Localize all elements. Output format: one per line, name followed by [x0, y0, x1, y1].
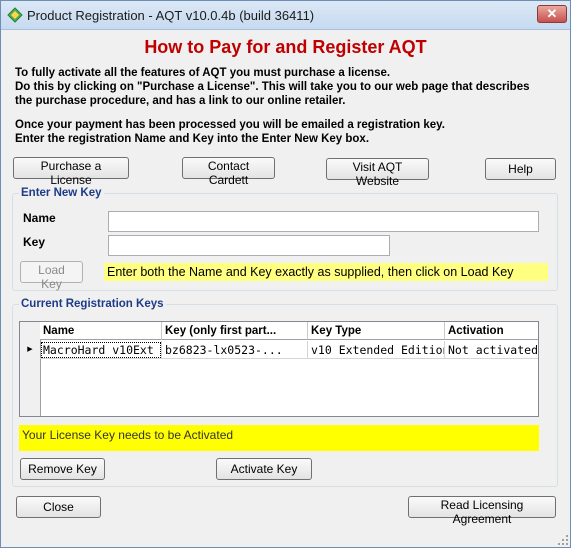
window-close-button[interactable]: ✕ [537, 5, 567, 23]
app-icon [7, 7, 23, 23]
intro-line-1: To fully activate all the features of AQ… [15, 67, 391, 79]
product-registration-window: Product Registration - AQT v10.0.4b (bui… [0, 0, 571, 548]
purchase-license-button[interactable]: Purchase a License [13, 157, 129, 187]
contact-cardett-button[interactable]: Contact Cardett [182, 157, 275, 187]
column-header-activation[interactable]: Activation [445, 322, 538, 340]
column-header-key[interactable]: Key (only first part... [162, 322, 308, 340]
cell-key-type[interactable]: v10 Extended Edition [308, 341, 445, 359]
key-label: Key [23, 235, 46, 249]
name-label: Name [23, 211, 56, 225]
help-button[interactable]: Help [485, 158, 556, 180]
column-header-name[interactable]: Name [40, 322, 162, 340]
key-input[interactable] [108, 235, 390, 256]
registration-keys-grid[interactable]: Name Key (only first part... Key Type Ac… [19, 321, 539, 417]
intro-line-3: the purchase procedure, and has a link t… [15, 95, 346, 107]
close-button[interactable]: Close [16, 496, 101, 518]
title-bar[interactable]: Product Registration - AQT v10.0.4b (bui… [1, 1, 570, 30]
current-row-indicator-icon: ▶ [27, 346, 33, 353]
intro-line-2: Do this by clicking on "Purchase a Licen… [15, 81, 530, 93]
current-keys-title: Current Registration Keys [19, 298, 166, 310]
row-header-column [20, 322, 41, 416]
intro-line-4: Once your payment has been processed you… [15, 119, 445, 131]
activate-key-button[interactable]: Activate Key [216, 458, 312, 480]
resize-grip-icon[interactable] [556, 533, 570, 547]
column-header-key-type[interactable]: Key Type [308, 322, 445, 340]
cell-name[interactable]: MacroHard v10Ext [40, 341, 162, 359]
load-key-hint: Enter both the Name and Key exactly as s… [104, 263, 548, 281]
window-title: Product Registration - AQT v10.0.4b (bui… [27, 8, 315, 23]
close-icon: ✕ [546, 6, 558, 21]
cell-key[interactable]: bz6823-lx0523-... [162, 341, 308, 359]
activation-status-message: Your License Key needs to be Activated [19, 425, 539, 451]
name-input[interactable] [108, 211, 539, 232]
remove-key-button[interactable]: Remove Key [20, 458, 105, 480]
page-heading: How to Pay for and Register AQT [144, 37, 427, 57]
intro-line-5: Enter the registration Name and Key into… [15, 133, 370, 145]
cell-activation[interactable]: Not activated [445, 341, 538, 359]
visit-website-button[interactable]: Visit AQT Website [326, 158, 429, 188]
load-key-button[interactable]: Load Key [20, 261, 83, 291]
read-agreement-button[interactable]: Read Licensing Agreement [408, 496, 556, 526]
enter-new-key-title: Enter New Key [19, 187, 104, 199]
